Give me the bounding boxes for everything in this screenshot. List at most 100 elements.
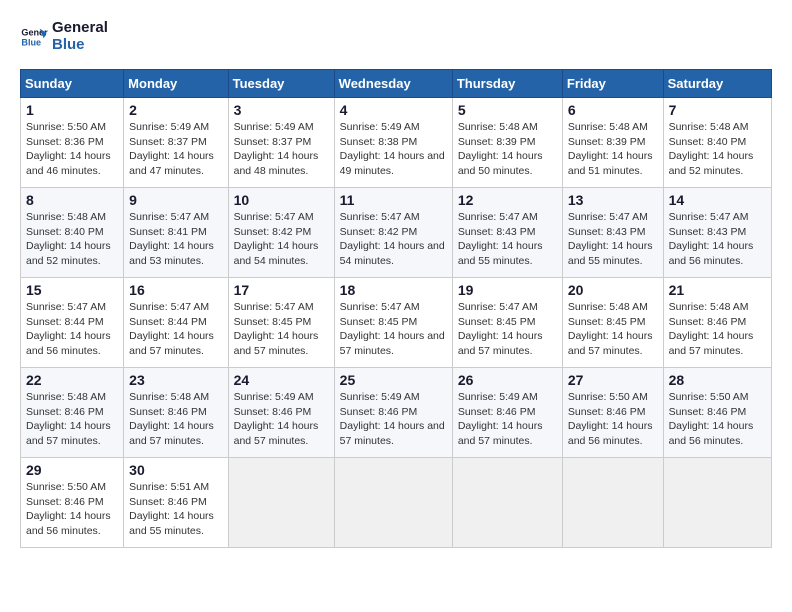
calendar-cell: 16 Sunrise: 5:47 AM Sunset: 8:44 PM Dayl… xyxy=(124,278,228,368)
col-header-sunday: Sunday xyxy=(21,70,124,98)
day-info: Sunrise: 5:47 AM Sunset: 8:45 PM Dayligh… xyxy=(458,300,557,359)
calendar-cell: 19 Sunrise: 5:47 AM Sunset: 8:45 PM Dayl… xyxy=(452,278,562,368)
calendar-cell: 2 Sunrise: 5:49 AM Sunset: 8:37 PM Dayli… xyxy=(124,98,228,188)
day-number: 13 xyxy=(568,192,658,208)
day-number: 4 xyxy=(340,102,447,118)
calendar-cell: 4 Sunrise: 5:49 AM Sunset: 8:38 PM Dayli… xyxy=(334,98,452,188)
day-info: Sunrise: 5:50 AM Sunset: 8:46 PM Dayligh… xyxy=(568,390,658,449)
day-info: Sunrise: 5:49 AM Sunset: 8:37 PM Dayligh… xyxy=(129,120,222,179)
day-info: Sunrise: 5:47 AM Sunset: 8:43 PM Dayligh… xyxy=(669,210,766,269)
day-number: 28 xyxy=(669,372,766,388)
col-header-wednesday: Wednesday xyxy=(334,70,452,98)
day-info: Sunrise: 5:47 AM Sunset: 8:45 PM Dayligh… xyxy=(234,300,329,359)
day-number: 9 xyxy=(129,192,222,208)
day-number: 21 xyxy=(669,282,766,298)
day-number: 27 xyxy=(568,372,658,388)
calendar-cell: 29 Sunrise: 5:50 AM Sunset: 8:46 PM Dayl… xyxy=(21,458,124,548)
day-info: Sunrise: 5:48 AM Sunset: 8:39 PM Dayligh… xyxy=(568,120,658,179)
day-info: Sunrise: 5:48 AM Sunset: 8:40 PM Dayligh… xyxy=(669,120,766,179)
calendar-cell: 18 Sunrise: 5:47 AM Sunset: 8:45 PM Dayl… xyxy=(334,278,452,368)
day-info: Sunrise: 5:51 AM Sunset: 8:46 PM Dayligh… xyxy=(129,480,222,539)
day-info: Sunrise: 5:49 AM Sunset: 8:37 PM Dayligh… xyxy=(234,120,329,179)
day-number: 8 xyxy=(26,192,118,208)
day-info: Sunrise: 5:47 AM Sunset: 8:44 PM Dayligh… xyxy=(26,300,118,359)
calendar-cell: 10 Sunrise: 5:47 AM Sunset: 8:42 PM Dayl… xyxy=(228,188,334,278)
day-info: Sunrise: 5:47 AM Sunset: 8:43 PM Dayligh… xyxy=(568,210,658,269)
day-number: 17 xyxy=(234,282,329,298)
day-info: Sunrise: 5:47 AM Sunset: 8:45 PM Dayligh… xyxy=(340,300,447,359)
col-header-monday: Monday xyxy=(124,70,228,98)
day-number: 3 xyxy=(234,102,329,118)
calendar-cell: 6 Sunrise: 5:48 AM Sunset: 8:39 PM Dayli… xyxy=(562,98,663,188)
calendar-cell: 11 Sunrise: 5:47 AM Sunset: 8:42 PM Dayl… xyxy=(334,188,452,278)
day-number: 24 xyxy=(234,372,329,388)
calendar-cell: 24 Sunrise: 5:49 AM Sunset: 8:46 PM Dayl… xyxy=(228,368,334,458)
calendar-cell: 12 Sunrise: 5:47 AM Sunset: 8:43 PM Dayl… xyxy=(452,188,562,278)
calendar-cell xyxy=(663,458,771,548)
calendar-cell: 17 Sunrise: 5:47 AM Sunset: 8:45 PM Dayl… xyxy=(228,278,334,368)
calendar-cell: 27 Sunrise: 5:50 AM Sunset: 8:46 PM Dayl… xyxy=(562,368,663,458)
calendar-cell: 14 Sunrise: 5:47 AM Sunset: 8:43 PM Dayl… xyxy=(663,188,771,278)
calendar-cell xyxy=(452,458,562,548)
col-header-tuesday: Tuesday xyxy=(228,70,334,98)
day-info: Sunrise: 5:48 AM Sunset: 8:45 PM Dayligh… xyxy=(568,300,658,359)
svg-text:Blue: Blue xyxy=(21,37,41,47)
day-info: Sunrise: 5:47 AM Sunset: 8:42 PM Dayligh… xyxy=(340,210,447,269)
day-info: Sunrise: 5:47 AM Sunset: 8:42 PM Dayligh… xyxy=(234,210,329,269)
day-number: 6 xyxy=(568,102,658,118)
day-number: 30 xyxy=(129,462,222,478)
logo: General Blue General Blue xyxy=(20,20,108,53)
day-number: 11 xyxy=(340,192,447,208)
calendar-cell: 30 Sunrise: 5:51 AM Sunset: 8:46 PM Dayl… xyxy=(124,458,228,548)
day-number: 2 xyxy=(129,102,222,118)
calendar-cell: 1 Sunrise: 5:50 AM Sunset: 8:36 PM Dayli… xyxy=(21,98,124,188)
calendar-cell: 3 Sunrise: 5:49 AM Sunset: 8:37 PM Dayli… xyxy=(228,98,334,188)
calendar-cell: 8 Sunrise: 5:48 AM Sunset: 8:40 PM Dayli… xyxy=(21,188,124,278)
day-info: Sunrise: 5:49 AM Sunset: 8:46 PM Dayligh… xyxy=(234,390,329,449)
calendar-cell: 21 Sunrise: 5:48 AM Sunset: 8:46 PM Dayl… xyxy=(663,278,771,368)
calendar-cell: 9 Sunrise: 5:47 AM Sunset: 8:41 PM Dayli… xyxy=(124,188,228,278)
col-header-friday: Friday xyxy=(562,70,663,98)
day-number: 10 xyxy=(234,192,329,208)
day-number: 26 xyxy=(458,372,557,388)
day-number: 23 xyxy=(129,372,222,388)
day-info: Sunrise: 5:49 AM Sunset: 8:38 PM Dayligh… xyxy=(340,120,447,179)
day-info: Sunrise: 5:47 AM Sunset: 8:43 PM Dayligh… xyxy=(458,210,557,269)
day-number: 7 xyxy=(669,102,766,118)
day-info: Sunrise: 5:48 AM Sunset: 8:46 PM Dayligh… xyxy=(26,390,118,449)
calendar-cell xyxy=(228,458,334,548)
page-header: General Blue General Blue xyxy=(20,20,772,53)
calendar-cell xyxy=(334,458,452,548)
day-info: Sunrise: 5:48 AM Sunset: 8:39 PM Dayligh… xyxy=(458,120,557,179)
calendar-table: SundayMondayTuesdayWednesdayThursdayFrid… xyxy=(20,69,772,548)
day-info: Sunrise: 5:50 AM Sunset: 8:46 PM Dayligh… xyxy=(669,390,766,449)
calendar-cell: 23 Sunrise: 5:48 AM Sunset: 8:46 PM Dayl… xyxy=(124,368,228,458)
calendar-cell: 13 Sunrise: 5:47 AM Sunset: 8:43 PM Dayl… xyxy=(562,188,663,278)
day-info: Sunrise: 5:48 AM Sunset: 8:46 PM Dayligh… xyxy=(129,390,222,449)
calendar-cell: 5 Sunrise: 5:48 AM Sunset: 8:39 PM Dayli… xyxy=(452,98,562,188)
col-header-saturday: Saturday xyxy=(663,70,771,98)
calendar-cell: 25 Sunrise: 5:49 AM Sunset: 8:46 PM Dayl… xyxy=(334,368,452,458)
calendar-cell xyxy=(562,458,663,548)
day-number: 15 xyxy=(26,282,118,298)
day-info: Sunrise: 5:47 AM Sunset: 8:44 PM Dayligh… xyxy=(129,300,222,359)
day-number: 1 xyxy=(26,102,118,118)
day-number: 16 xyxy=(129,282,222,298)
calendar-cell: 28 Sunrise: 5:50 AM Sunset: 8:46 PM Dayl… xyxy=(663,368,771,458)
calendar-cell: 20 Sunrise: 5:48 AM Sunset: 8:45 PM Dayl… xyxy=(562,278,663,368)
calendar-cell: 26 Sunrise: 5:49 AM Sunset: 8:46 PM Dayl… xyxy=(452,368,562,458)
day-number: 20 xyxy=(568,282,658,298)
calendar-cell: 22 Sunrise: 5:48 AM Sunset: 8:46 PM Dayl… xyxy=(21,368,124,458)
day-number: 12 xyxy=(458,192,557,208)
day-number: 5 xyxy=(458,102,557,118)
day-number: 19 xyxy=(458,282,557,298)
day-number: 29 xyxy=(26,462,118,478)
day-number: 22 xyxy=(26,372,118,388)
day-info: Sunrise: 5:49 AM Sunset: 8:46 PM Dayligh… xyxy=(340,390,447,449)
day-info: Sunrise: 5:50 AM Sunset: 8:46 PM Dayligh… xyxy=(26,480,118,539)
day-info: Sunrise: 5:50 AM Sunset: 8:36 PM Dayligh… xyxy=(26,120,118,179)
day-info: Sunrise: 5:47 AM Sunset: 8:41 PM Dayligh… xyxy=(129,210,222,269)
day-info: Sunrise: 5:48 AM Sunset: 8:46 PM Dayligh… xyxy=(669,300,766,359)
day-info: Sunrise: 5:49 AM Sunset: 8:46 PM Dayligh… xyxy=(458,390,557,449)
calendar-cell: 15 Sunrise: 5:47 AM Sunset: 8:44 PM Dayl… xyxy=(21,278,124,368)
